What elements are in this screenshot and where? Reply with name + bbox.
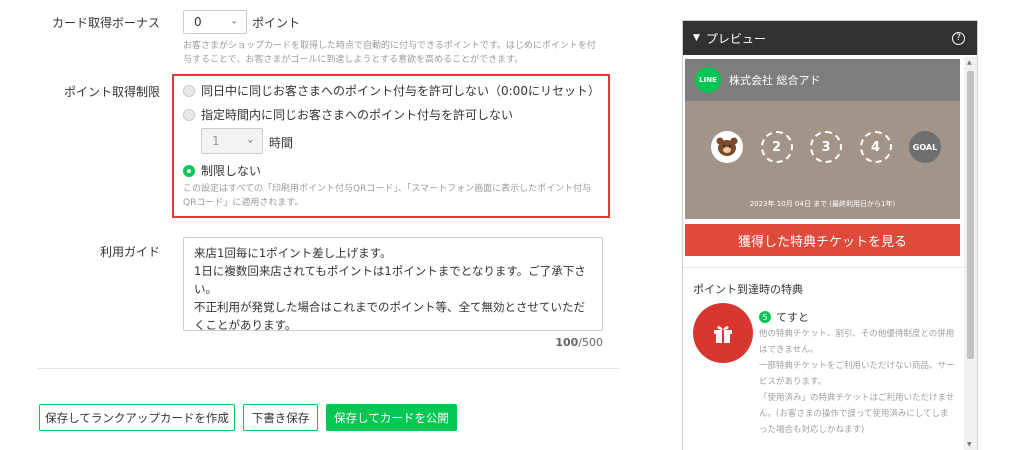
bear-stamp-icon bbox=[711, 131, 743, 163]
shop-name: 株式会社 総合アド bbox=[729, 74, 821, 87]
card-header: LINE 株式会社 総合アド bbox=[685, 59, 960, 101]
preview-title: プレビュー bbox=[705, 31, 766, 46]
reward-heading: ポイント到達時の特典 bbox=[693, 283, 803, 296]
divider bbox=[38, 368, 620, 369]
hours-unit: 時間 bbox=[269, 136, 294, 150]
stamp-row: 2 3 4 GOAL bbox=[711, 131, 941, 163]
point-limit-help: この設定はすべての「印刷用ポイント付与QRコード」、「スマートフォン画面に表示し… bbox=[183, 184, 592, 208]
card-bonus-select[interactable]: 0 ⌄ bbox=[183, 10, 247, 34]
stamp-2: 2 bbox=[760, 131, 793, 163]
publish-button[interactable]: 保存してカードを公開 bbox=[326, 404, 457, 431]
card-bonus-value: 0 bbox=[194, 15, 202, 29]
scroll-down-icon[interactable]: ▼ bbox=[967, 441, 972, 448]
reward-title-row: 5 てすと bbox=[759, 309, 809, 325]
guide-textarea[interactable]: 来店1回毎に1ポイント差し上げます。 1日に複数回来店されてもポイントは1ポイン… bbox=[183, 237, 603, 332]
chevron-down-icon: ⌄ bbox=[230, 16, 238, 27]
stamp-3: 3 bbox=[810, 131, 842, 163]
hours-select[interactable]: 1 ⌄ bbox=[201, 128, 263, 154]
card-bonus-label: カード取得ボーナス bbox=[51, 16, 160, 30]
view-tickets-button[interactable]: 獲得した特典チケットを見る bbox=[685, 224, 960, 256]
preview-header[interactable]: ▼ プレビュー ? bbox=[683, 21, 977, 55]
reward-name: てすと bbox=[776, 311, 809, 324]
point-limit-label: ポイント取得制限 bbox=[63, 85, 160, 99]
radio-selected-icon bbox=[183, 164, 195, 177]
scroll-up-icon[interactable]: ▲ bbox=[967, 59, 972, 66]
gift-icon bbox=[693, 303, 753, 363]
preview-panel: ▼ プレビュー ? LINE 株式会社 総合アド 2 3 4 GOAL 2023… bbox=[682, 20, 978, 450]
reward-points-badge: 5 bbox=[759, 311, 771, 323]
card-bonus-help: お客さまがショップカードを取得した時点で自動的に付与できるポイントです。はじめに… bbox=[183, 41, 596, 65]
bear-icon bbox=[716, 137, 738, 156]
preview-scrollbar[interactable]: ▲ ▼ bbox=[964, 57, 977, 450]
divider bbox=[683, 267, 964, 268]
scroll-thumb[interactable] bbox=[967, 71, 974, 359]
radio-icon bbox=[183, 108, 195, 121]
chevron-down-icon: ⌄ bbox=[246, 135, 254, 146]
card-expiry: 2023年 10月 04日 まで (最終利用日から1年) bbox=[749, 200, 896, 208]
goal-stamp: GOAL bbox=[909, 131, 941, 163]
limit-option-same-day[interactable]: 同日中に同じお客さまへのポイント付与を許可しない（0:00にリセット） bbox=[183, 82, 600, 99]
radio-icon bbox=[183, 84, 195, 97]
guide-char-count: 100/500 bbox=[555, 336, 603, 349]
reward-description: 他の特典チケット、割引、その他優待制度との併用はできません。 一部特典チケットを… bbox=[759, 329, 955, 435]
caret-down-icon: ▼ bbox=[693, 33, 700, 43]
guide-label: 利用ガイド bbox=[99, 245, 160, 259]
hours-value: 1 bbox=[212, 134, 220, 148]
card-bonus-unit: ポイント bbox=[252, 16, 301, 30]
line-logo-icon: LINE bbox=[695, 67, 721, 93]
stamp-4: 4 bbox=[859, 131, 892, 163]
help-icon[interactable]: ? bbox=[952, 31, 965, 45]
limit-option-time-window[interactable]: 指定時間内に同じお客さまへのポイント付与を許可しない bbox=[183, 106, 513, 123]
save-rankup-button[interactable]: 保存してランクアップカードを作成 bbox=[39, 404, 235, 431]
shop-card: LINE 株式会社 総合アド 2 3 4 GOAL 2023年 10月 04日 … bbox=[685, 59, 960, 219]
draft-save-button[interactable]: 下書き保存 bbox=[243, 404, 318, 431]
limit-option-none[interactable]: 制限しない bbox=[183, 162, 261, 179]
